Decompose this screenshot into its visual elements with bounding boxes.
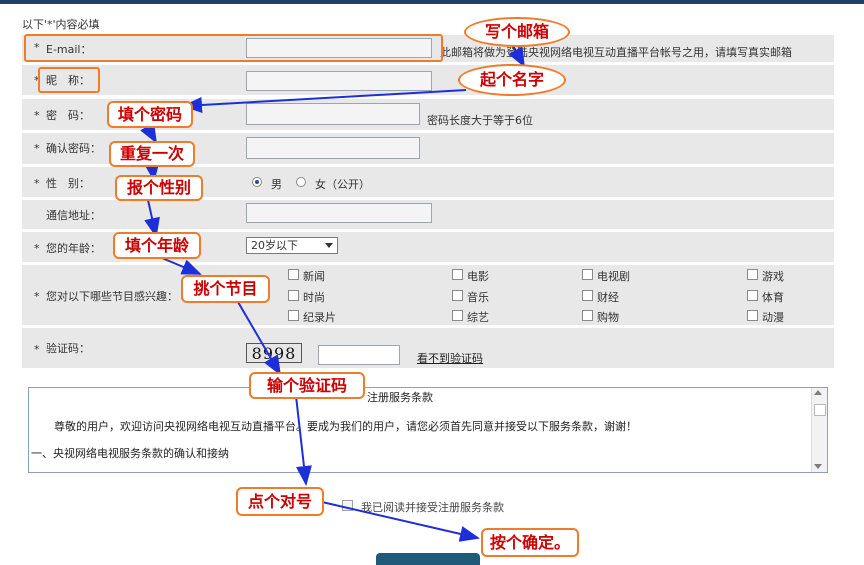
annotation-arrows [140, 43, 525, 542]
callout-age: 填个年龄 [113, 232, 201, 259]
callout-confirm: 按个确定。 [481, 528, 579, 557]
callout-password: 填个密码 [107, 101, 193, 128]
callout-name: 起个名字 [458, 64, 566, 96]
callout-program: 挑个节目 [181, 275, 270, 303]
callout-captcha: 输个验证码 [249, 372, 365, 399]
arrow-check-to-confirm [321, 501, 480, 542]
arrow-name-to-password [182, 89, 467, 113]
arrow-program-to-captcha [237, 301, 282, 376]
callout-repeat: 重复一次 [109, 141, 195, 167]
callout-check: 点个对号 [236, 487, 324, 516]
callout-gender: 报个性别 [115, 175, 203, 201]
arrow-email [508, 43, 525, 68]
arrow-password-to-repeat [140, 122, 157, 144]
arrow-gender-to-age [144, 199, 160, 238]
arrow-captcha-to-check [295, 395, 312, 486]
callout-email: 写个邮箱 [464, 17, 570, 47]
arrow-age-to-program [161, 257, 202, 275]
